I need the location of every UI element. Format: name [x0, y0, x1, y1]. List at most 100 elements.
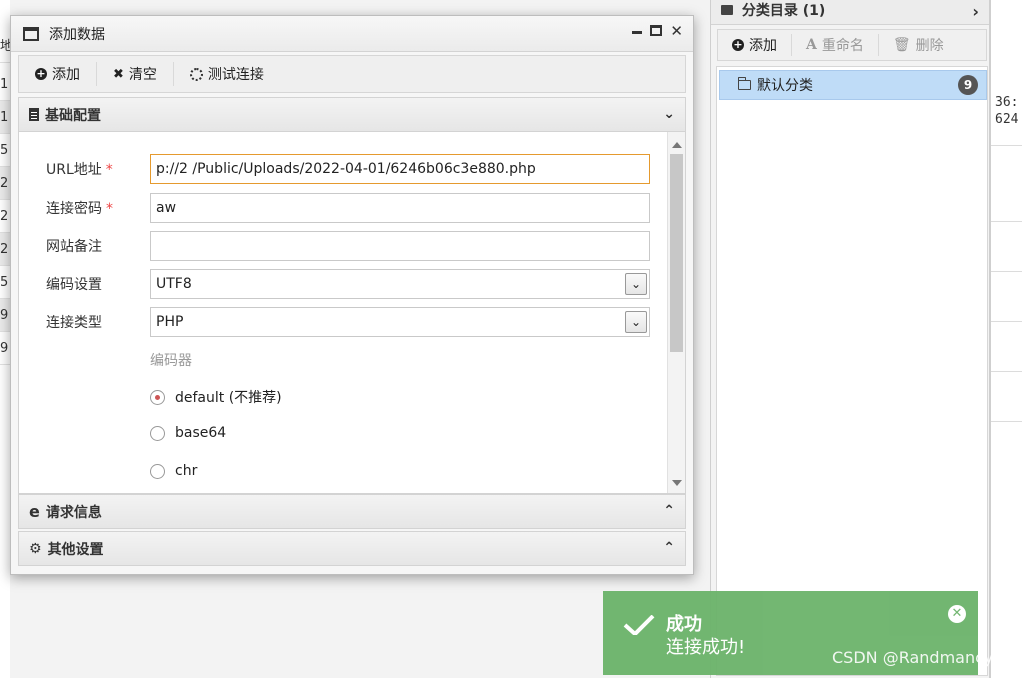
- category-toolbar: + 添加 A 重命名 🗑 删除: [717, 29, 987, 61]
- folder-icon: [738, 77, 751, 90]
- spinner-icon: [189, 67, 203, 81]
- watermark: CSDN @Randmancy: [832, 648, 994, 667]
- encoder-default-label: default (不推荐): [175, 390, 282, 406]
- window-controls: ✕: [632, 22, 683, 40]
- table-row: 地: [0, 30, 10, 63]
- note-label: 网站备注: [46, 239, 102, 255]
- chevron-down-icon[interactable]: ⌄: [663, 106, 675, 122]
- radio-checked[interactable]: [150, 389, 165, 405]
- category-delete-button[interactable]: 🗑 删除: [879, 34, 958, 56]
- background-table-right: 36: 624: [990, 0, 1022, 678]
- close-icon[interactable]: ✕: [670, 22, 683, 40]
- scrollbar-thumb[interactable]: [670, 154, 683, 352]
- table-row: 1: [0, 68, 10, 101]
- table-row: 1: [0, 101, 10, 134]
- table-row: [991, 222, 1022, 272]
- window-icon: [23, 26, 39, 41]
- encoder-title: 编码器: [150, 353, 192, 369]
- basic-config-body: URL地址 * p://2​​​​​ ​​​​​/Public/Uploads/2…: [18, 132, 686, 494]
- plus-circle-icon: +: [35, 67, 47, 80]
- test-connection-label: 测试连接: [207, 67, 264, 83]
- encoder-default-option[interactable]: default (不推荐): [150, 387, 282, 407]
- trash-icon: 🗑: [892, 37, 911, 53]
- category-delete-label: 删除: [915, 38, 944, 54]
- note-input[interactable]: [150, 231, 650, 261]
- category-rename-button[interactable]: A 重命名: [792, 34, 879, 56]
- section-request-header[interactable]: e 请求信息 ⌃: [18, 494, 686, 529]
- chevron-up-icon[interactable]: ⌃: [663, 503, 675, 519]
- category-list: 默认分类 9: [716, 66, 988, 676]
- table-row: [991, 322, 1022, 372]
- background-table-left: 地 1 1 5 2 2 2 5 9 9: [0, 0, 10, 678]
- chevron-down-icon[interactable]: ⌄: [625, 311, 647, 333]
- table-cell: 36:: [995, 95, 1019, 110]
- table-row: [991, 172, 1022, 222]
- plus-circle-icon: +: [732, 38, 744, 51]
- checkmark-icon: [623, 615, 655, 635]
- chevron-right-icon[interactable]: ›: [972, 1, 979, 23]
- chevron-up-icon[interactable]: ⌃: [663, 540, 675, 556]
- count-badge: 9: [958, 75, 978, 95]
- encoding-select[interactable]: UTF8 ⌄: [150, 269, 650, 299]
- category-add-label: 添加: [749, 38, 777, 54]
- category-rename-label: 重命名: [821, 38, 864, 54]
- test-connection-button[interactable]: 测试连接: [174, 62, 280, 86]
- section-basic-header[interactable]: 基础配置 ⌄: [18, 97, 686, 132]
- password-label: 连接密码 *: [46, 201, 113, 217]
- dialog-titlebar[interactable]: 添加数据 ✕: [11, 16, 693, 52]
- scroll-up-icon[interactable]: [672, 142, 682, 148]
- table-cell: 624: [995, 112, 1019, 127]
- add-button[interactable]: + 添加: [19, 62, 97, 86]
- add-label: 添加: [52, 67, 80, 83]
- url-row: URL地址 * p://2​​​​​ ​​​​​/Public/Uploads/2…: [19, 154, 669, 184]
- url-input[interactable]: p://2​​​​​ ​​​​​/Public/Uploads/2022-04-…: [150, 154, 650, 184]
- table-row: [991, 372, 1022, 422]
- encoding-row: 编码设置 UTF8 ⌄: [19, 269, 669, 299]
- section-other-title: 其他设置: [47, 541, 104, 558]
- category-item-label: 默认分类: [757, 78, 813, 94]
- gears-icon: ⚙: [29, 540, 42, 557]
- table-row: 2: [0, 200, 10, 233]
- scroll-down-icon[interactable]: [672, 480, 682, 486]
- table-row: [991, 272, 1022, 322]
- section-basic-title: 基础配置: [45, 107, 101, 124]
- add-data-dialog: 添加数据 ✕ + 添加 ✖ 清空 测试连接 基础配置 ⌄ URL地址 * p://…: [10, 15, 694, 575]
- url-label: URL地址 *: [46, 162, 113, 178]
- category-add-button[interactable]: + 添加: [718, 34, 792, 56]
- encoder-chr-option[interactable]: chr: [150, 463, 197, 479]
- minimize-icon[interactable]: [632, 22, 643, 34]
- chevron-down-icon[interactable]: ⌄: [625, 273, 647, 295]
- radio-unchecked[interactable]: [150, 425, 165, 441]
- dialog-toolbar: + 添加 ✖ 清空 测试连接: [18, 55, 686, 93]
- radio-unchecked[interactable]: [150, 463, 165, 479]
- type-select[interactable]: PHP ⌄: [150, 307, 650, 337]
- clear-button[interactable]: ✖ 清空: [97, 62, 174, 86]
- category-header[interactable]: 分类目录 (1) ›: [711, 0, 989, 25]
- encoding-label: 编码设置: [46, 277, 102, 293]
- encoder-base64-option[interactable]: base64: [150, 425, 226, 441]
- table-row: 5: [0, 266, 10, 299]
- clear-label: 清空: [128, 67, 157, 83]
- required-mark: *: [105, 162, 113, 178]
- type-label: 连接类型: [46, 315, 102, 331]
- table-row: 9: [0, 332, 10, 365]
- dialog-title: 添加数据: [49, 26, 105, 43]
- encoder-base64-label: base64: [175, 425, 227, 441]
- x-icon: ✖: [113, 66, 124, 82]
- close-icon[interactable]: ✕: [948, 605, 966, 623]
- category-item-default[interactable]: 默认分类 9: [719, 70, 987, 100]
- vertical-scrollbar[interactable]: [667, 132, 685, 493]
- maximize-icon[interactable]: [650, 25, 663, 36]
- ie-icon: e: [29, 502, 40, 521]
- category-title: 分类目录 (1): [741, 3, 826, 19]
- required-mark: *: [106, 201, 113, 217]
- type-value: PHP: [156, 314, 184, 330]
- password-input[interactable]: aw: [150, 193, 650, 223]
- password-row: 连接密码 * aw: [19, 193, 669, 223]
- section-other-header[interactable]: ⚙ 其他设置 ⌃: [18, 531, 686, 566]
- font-icon: A: [806, 37, 817, 53]
- type-row: 连接类型 PHP ⌄: [19, 307, 669, 337]
- folder-icon: [721, 5, 733, 15]
- note-row: 网站备注: [19, 231, 669, 261]
- category-panel: 分类目录 (1) › + 添加 A 重命名 🗑 删除 默认分类 9: [710, 0, 990, 678]
